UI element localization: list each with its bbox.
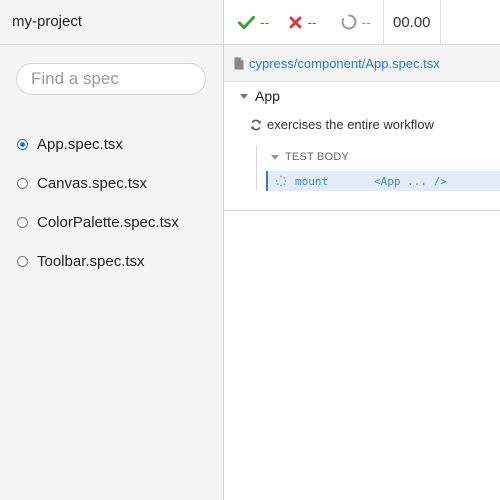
stats-divider	[382, 0, 384, 44]
x-icon	[289, 16, 302, 29]
command-row-mount[interactable]: mount <App ... />	[266, 171, 500, 191]
spec-search-input[interactable]	[16, 63, 206, 95]
test-body-header[interactable]: TEST BODY	[271, 151, 349, 163]
test-row[interactable]: exercises the entire workflow	[250, 117, 434, 132]
caret-down-icon	[271, 154, 279, 160]
command-message: <App ... />	[374, 174, 447, 188]
spec-label: ColorPalette.spec.tsx	[37, 214, 179, 231]
duration-timer: 00.00	[392, 13, 431, 31]
caret-down-icon	[240, 93, 248, 99]
spec-path-link[interactable]: cypress/component/App.spec.tsx	[249, 56, 440, 71]
pending-count: --	[361, 14, 371, 30]
command-name: mount	[295, 174, 329, 188]
spec-radio[interactable]	[17, 217, 28, 228]
spec-label: Canvas.spec.tsx	[37, 175, 148, 192]
spec-sidebar: my-project App.spec.tsx Canvas.spec.tsx …	[0, 0, 224, 500]
test-body-guide-line	[256, 146, 257, 190]
command-log: App exercises the entire workflow TEST B…	[224, 82, 500, 211]
failed-stat: --	[289, 14, 317, 30]
spec-radio-selected[interactable]	[17, 139, 28, 150]
spec-label: Toolbar.spec.tsx	[37, 253, 145, 270]
test-title: exercises the entire workflow	[267, 117, 434, 132]
pending-circle-icon	[341, 14, 357, 30]
stats-divider	[439, 0, 441, 44]
spinner-icon	[275, 175, 287, 187]
stats-bar: -- -- -- 00.00	[224, 0, 500, 45]
file-icon	[234, 57, 244, 70]
spec-item-colorpalette[interactable]: ColorPalette.spec.tsx	[17, 203, 223, 242]
passed-count: --	[260, 14, 270, 30]
pending-stat: --	[341, 14, 371, 30]
spec-radio[interactable]	[17, 256, 28, 267]
spec-item-app[interactable]: App.spec.tsx	[17, 125, 223, 164]
suite-title: App	[255, 88, 280, 104]
spec-item-toolbar[interactable]: Toolbar.spec.tsx	[17, 242, 223, 281]
spec-header: cypress/component/App.spec.tsx	[224, 45, 500, 82]
project-title: my-project	[0, 0, 223, 45]
spec-label: App.spec.tsx	[37, 136, 123, 153]
refresh-icon	[250, 119, 262, 131]
passed-stat: --	[238, 14, 269, 30]
failed-count: --	[307, 14, 317, 30]
suite-row[interactable]: App	[240, 88, 280, 104]
spec-list: App.spec.tsx Canvas.spec.tsx ColorPalett…	[0, 125, 223, 281]
search-wrapper	[0, 45, 223, 95]
test-body-label: TEST BODY	[285, 151, 349, 163]
check-icon	[238, 15, 255, 29]
spec-radio[interactable]	[17, 178, 28, 189]
spec-item-canvas[interactable]: Canvas.spec.tsx	[17, 164, 223, 203]
